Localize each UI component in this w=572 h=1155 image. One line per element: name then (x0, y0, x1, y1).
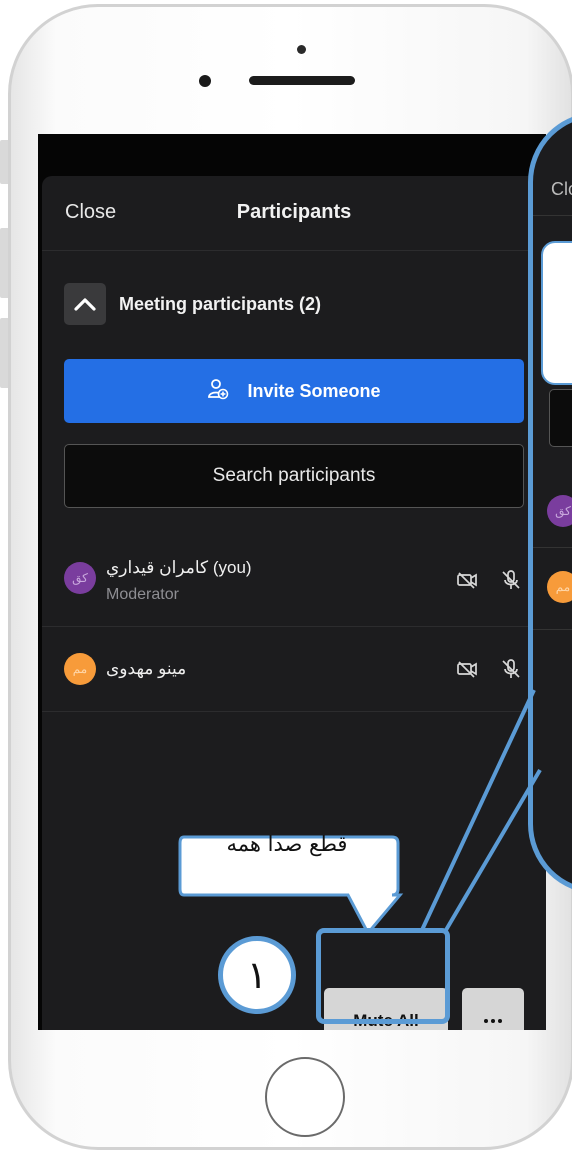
volume-down-button (0, 318, 8, 388)
camera-off-icon (456, 658, 478, 680)
camera-off-icon (456, 569, 478, 591)
earpiece-speaker (249, 76, 355, 85)
volume-up-button (0, 228, 8, 298)
zoom-speech-bubble: ن (541, 241, 572, 385)
participant-role: Moderator (106, 586, 179, 603)
home-button[interactable] (265, 1057, 345, 1137)
section-title: Meeting participants (2) (119, 293, 322, 314)
participant-name: كامران قيداري (you) (106, 558, 252, 577)
more-horizontal-icon[interactable] (462, 988, 524, 1030)
participant-name: مينو مهدوى (106, 659, 187, 678)
front-camera (199, 75, 211, 87)
step-number-badge: ١ (218, 936, 296, 1014)
participant-row[interactable]: مم مينو مهدوى (42, 627, 546, 712)
search-participants-input[interactable]: Search participants (64, 444, 524, 508)
avatar: كق (547, 495, 572, 527)
silent-switch (0, 140, 8, 184)
tutorial-stage: Close Participants Meeting participants … (0, 0, 572, 1155)
avatar: كق (64, 562, 96, 594)
participants-section-toggle[interactable]: Meeting participants (2) (64, 282, 321, 326)
divider (533, 629, 572, 630)
mic-off-icon (500, 658, 522, 680)
avatar: مم (64, 653, 96, 685)
invite-someone-button[interactable]: Invite Someone (64, 359, 524, 423)
panel-header: Close Participants (42, 176, 546, 251)
proximity-sensor (297, 45, 306, 54)
chevron-up-icon[interactable] (64, 283, 106, 325)
participant-row[interactable]: كق كامران قيداري (you) Moderator (42, 542, 546, 627)
invite-button-label: Invite Someone (247, 380, 381, 401)
zoom-close-fragment: Clo (551, 179, 572, 199)
page-title: Participants (236, 201, 352, 223)
mic-off-icon (500, 569, 522, 591)
add-person-icon (207, 378, 229, 405)
mute-all-highlight (316, 928, 450, 1024)
tooltip-text: قطع صدا همه (226, 832, 348, 856)
zoom-search-box (549, 389, 572, 447)
divider (533, 547, 572, 548)
zoom-callout: Clo ن كق مم (528, 112, 572, 894)
avatar: مم (547, 571, 572, 603)
divider (533, 215, 572, 216)
